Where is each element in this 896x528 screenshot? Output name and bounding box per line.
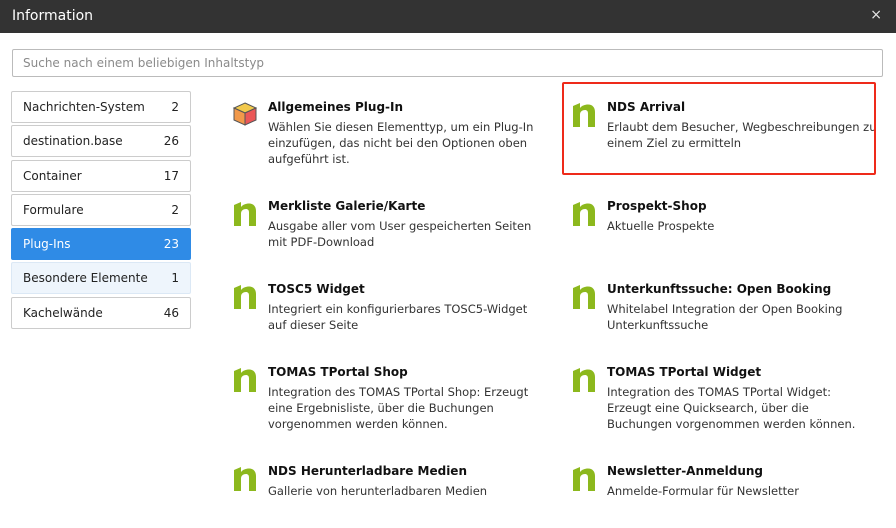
element-description: Erlaubt dem Besucher, Wegbeschreibungen … (607, 120, 877, 150)
element-description: Integriert ein konfigurierbares TOSC5-Wi… (268, 302, 528, 332)
category-label: Nachrichten-System (23, 100, 145, 114)
element-name: TOSC5 Widget (268, 282, 365, 296)
category-destination-base[interactable]: destination.base 26 (11, 125, 191, 158)
category-label: Kachelwände (23, 305, 103, 320)
search-input[interactable] (12, 49, 883, 77)
element-name: TOMAS TPortal Widget (607, 365, 762, 379)
nds-logo-icon (571, 365, 597, 393)
nds-logo-icon (571, 464, 597, 492)
nds-logo-icon (571, 282, 597, 310)
category-label: Container (23, 168, 82, 183)
nds-logo-icon (232, 464, 258, 492)
category-nachrichten-system[interactable]: Nachrichten-System 2 (11, 91, 191, 123)
category-container[interactable]: Container 17 (11, 159, 191, 192)
element-description: Ausgabe aller vom User gespeicherten Sei… (268, 219, 532, 249)
category-count: 23 (163, 237, 179, 252)
category-label: Besondere Elemente (23, 271, 148, 286)
category-plug-ins[interactable]: Plug-Ins 23 (11, 228, 191, 261)
element-description: Aktuelle Prospekte (607, 219, 715, 233)
close-icon[interactable]: × (870, 7, 882, 23)
category-label: destination.base (23, 134, 123, 149)
element-name: TOMAS TPortal Shop (268, 365, 408, 379)
element-description: Integration des TOMAS TPortal Widget: Er… (607, 385, 856, 431)
element-name: Prospekt-Shop (607, 199, 707, 213)
element-name: Allgemeines Plug-In (268, 100, 404, 114)
dialog-title: Information (12, 8, 94, 24)
category-label: Formulare (23, 202, 84, 217)
element-name: Newsletter-Anmeldung (607, 464, 764, 478)
category-list: Nachrichten-System 2 destination.base 26… (11, 91, 191, 331)
cube-icon (232, 100, 258, 128)
category-count: 2 (171, 100, 179, 114)
nds-logo-icon (232, 365, 258, 393)
category-formulare[interactable]: Formulare 2 (11, 193, 191, 226)
dialog-header: Information × (0, 0, 896, 33)
category-count: 46 (163, 305, 179, 320)
category-count: 1 (171, 271, 179, 286)
category-besondere-elemente[interactable]: Besondere Elemente 1 (11, 262, 191, 295)
nds-logo-icon (232, 199, 258, 227)
element-description: Gallerie von herunterladbaren Medien (268, 484, 488, 498)
element-name: Merkliste Galerie/Karte (268, 199, 426, 213)
element-description: Integration des TOMAS TPortal Shop: Erze… (268, 385, 529, 431)
nds-logo-icon (571, 100, 597, 128)
category-count: 17 (163, 168, 179, 183)
nds-logo-icon (232, 282, 258, 310)
element-name: Unterkunftssuche: Open Booking (607, 282, 832, 296)
element-description: Whitelabel Integration der Open Booking … (607, 302, 843, 332)
element-description: Anmelde-Formular für Newsletter (607, 484, 799, 498)
element-description: Wählen Sie diesen Elementtyp, um ein Plu… (268, 120, 534, 166)
category-count: 2 (171, 202, 179, 217)
category-count: 26 (163, 134, 179, 149)
nds-logo-icon (571, 199, 597, 227)
category-kachelwaende[interactable]: Kachelwände 46 (11, 296, 191, 329)
category-label: Plug-Ins (23, 237, 71, 252)
element-name: NDS Arrival (607, 100, 686, 114)
element-name: NDS Herunterladbare Medien (268, 464, 467, 478)
